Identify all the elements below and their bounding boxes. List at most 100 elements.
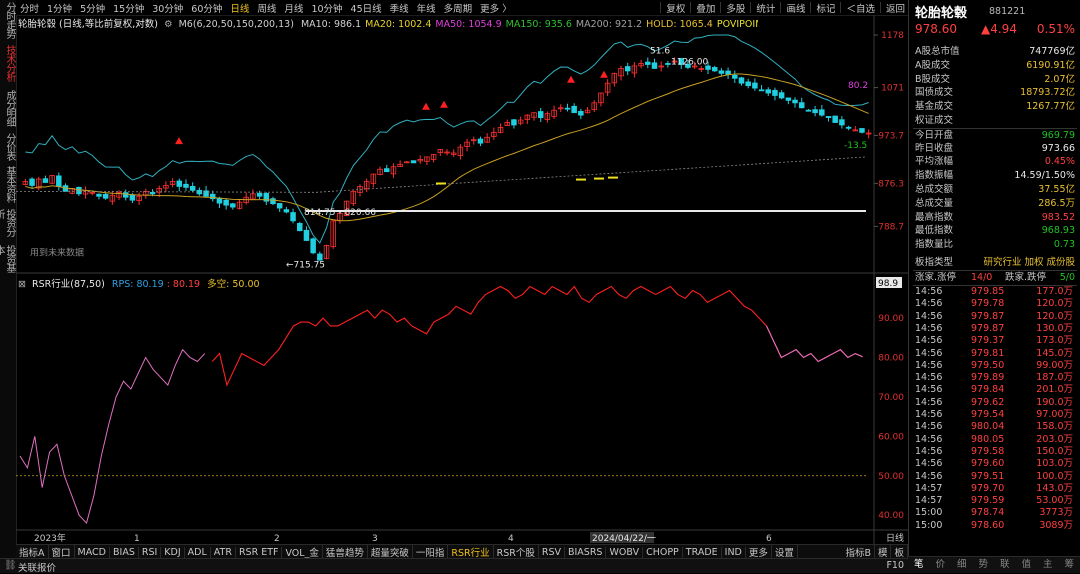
candle-body	[860, 129, 865, 133]
period-item-0[interactable]: 分时	[16, 1, 43, 15]
tick-time: 15:00	[915, 520, 942, 532]
tick-price: 979.50	[971, 360, 1004, 372]
candle-body	[833, 116, 838, 122]
quote-tab-1[interactable]: 价	[930, 557, 952, 573]
candle-body	[773, 90, 778, 95]
close-icon[interactable]: ⊠	[18, 279, 26, 290]
tick-price: 979.87	[971, 311, 1004, 323]
indicator-tab-17[interactable]: WOBV	[606, 547, 643, 558]
quote-tab-4[interactable]: 联	[994, 557, 1016, 573]
gear-icon[interactable]: ⚙	[164, 19, 173, 29]
indicator-tab-1[interactable]: 窗口	[49, 545, 75, 559]
indicator-tab-16[interactable]: BIASRS	[565, 547, 606, 558]
stat-value: 6190.91亿	[1026, 59, 1075, 73]
board-type-label: 板指类型	[915, 256, 953, 270]
quote-tab-6[interactable]: 主	[1037, 557, 1059, 573]
indicator-tab-22[interactable]: 设置	[772, 545, 798, 559]
status-bar: ⛓ 关联报价 F10	[0, 558, 908, 573]
indicator-tab-2[interactable]: MACD	[75, 547, 110, 558]
left-tab-2[interactable]: 成分明细	[1, 90, 15, 130]
candle-body	[819, 110, 824, 115]
period-item-5[interactable]: 60分钟	[187, 1, 226, 15]
period-item-2[interactable]: 5分钟	[76, 1, 109, 15]
indicator-right-0[interactable]: 指标B	[842, 545, 875, 559]
indicator-tab-7[interactable]: ATR	[211, 547, 236, 558]
toolbar-button-3[interactable]: 统计	[753, 1, 778, 15]
time-axis-label: 2024/04/22/一	[592, 534, 656, 544]
quote-tab-0[interactable]: 笔	[908, 557, 930, 573]
indicator-tab-13[interactable]: RSR行业	[448, 545, 493, 559]
tick-volume: 201.0万	[1036, 384, 1073, 396]
period-item-9[interactable]: 10分钟	[307, 1, 346, 15]
price-annotation: 1126.00	[671, 57, 708, 67]
period-item-3[interactable]: 15分钟	[109, 1, 148, 15]
stat-row: A股总市值747769亿	[913, 45, 1077, 59]
toolbar-button-6[interactable]: ＜自选	[843, 1, 878, 15]
tick-row: 15:00978.603089万	[913, 520, 1077, 532]
indicator-tab-19[interactable]: TRADE	[683, 547, 722, 558]
quote-tab-2[interactable]: 细	[951, 557, 973, 573]
quote-tab-3[interactable]: 势	[973, 557, 995, 573]
indicator-tab-21[interactable]: 更多	[746, 545, 772, 559]
tick-price: 979.89	[971, 372, 1004, 384]
quote-tab-7[interactable]: 筹	[1059, 557, 1080, 573]
toolbar-button-1[interactable]: 叠加	[693, 1, 718, 15]
indicator-tab-6[interactable]: ADL	[185, 547, 211, 558]
period-item-12[interactable]: 年线	[413, 1, 440, 15]
price-axis-label: 973.7	[878, 131, 904, 141]
indicator-tab-10[interactable]: 猛兽趋势	[323, 545, 368, 559]
legend-ma-item: MA10: 986.1	[301, 19, 361, 29]
indicator-right-2[interactable]: 板	[891, 545, 908, 559]
toolbar-button-0[interactable]: 复权	[663, 1, 688, 15]
indicator-tab-3[interactable]: BIAS	[110, 547, 139, 558]
period-item-14[interactable]: 更多 〉	[476, 1, 516, 15]
left-tab-3[interactable]: 分价表	[1, 133, 15, 163]
indicator-tab-15[interactable]: RSV	[539, 547, 565, 558]
left-tab-5[interactable]: 投资分析	[1, 209, 15, 243]
left-tab-6[interactable]: 投资基本	[1, 245, 15, 275]
link-quote-icon[interactable]: ⛓	[4, 560, 17, 571]
stock-name: 轮胎轮毂	[915, 2, 967, 21]
indicator-tab-0[interactable]: 指标A	[16, 545, 49, 559]
indicator-tab-20[interactable]: IND	[722, 547, 746, 558]
indicator-tab-9[interactable]: VOL_金	[282, 545, 322, 559]
indicator-tab-4[interactable]: RSI	[139, 547, 161, 558]
period-item-1[interactable]: 1分钟	[43, 1, 76, 15]
candle-body	[384, 169, 389, 172]
left-tab-0[interactable]: 分时走势	[1, 2, 15, 42]
left-tab-1[interactable]: 技术分析	[1, 45, 15, 87]
tick-volume: 145.0万	[1036, 348, 1073, 360]
stat-row: 平均涨幅0.45%	[913, 155, 1077, 169]
period-item-11[interactable]: 季线	[386, 1, 413, 15]
toolbar-button-2[interactable]: 多股	[723, 1, 748, 15]
f10-button[interactable]: F10	[886, 560, 904, 571]
period-item-6[interactable]: 日线	[226, 1, 253, 15]
indicator-tab-14[interactable]: RSR个股	[494, 545, 539, 559]
stat-value: 973.66	[1042, 142, 1075, 156]
period-item-13[interactable]: 多周期	[440, 1, 477, 15]
indicator-tab-12[interactable]: 一阳指	[413, 545, 449, 559]
indicator-tab-5[interactable]: KDJ	[161, 547, 184, 558]
period-item-7[interactable]: 周线	[253, 1, 280, 15]
indicator-tab-18[interactable]: CHOPP	[643, 547, 683, 558]
toolbar-button-7[interactable]: 返回	[883, 1, 908, 15]
tick-time: 14:56	[915, 360, 942, 372]
tick-time: 14:56	[915, 348, 942, 360]
period-item-8[interactable]: 月线	[280, 1, 307, 15]
tick-row: 14:56979.37173.0万	[913, 335, 1077, 347]
period-item-4[interactable]: 30分钟	[148, 1, 187, 15]
indicator-tab-8[interactable]: RSR ETF	[236, 547, 283, 558]
candle-body	[291, 213, 296, 221]
toolbar-button-4[interactable]: 画线	[783, 1, 808, 15]
left-tab-4[interactable]: 基本资料	[1, 166, 15, 206]
candle-body	[565, 108, 570, 109]
quote-tab-5[interactable]: 值	[1016, 557, 1038, 573]
indicator-tab-11[interactable]: 超量突破	[368, 545, 413, 559]
stat-label: 今日开盘	[915, 129, 953, 143]
indicator-right-1[interactable]: 模	[875, 545, 892, 559]
tick-price: 979.59	[971, 495, 1004, 507]
toolbar-button-5[interactable]: 标记	[813, 1, 838, 15]
board-type-value[interactable]: 研究行业 加权 成份股	[983, 256, 1075, 270]
tick-row: 14:57979.5953.00万	[913, 495, 1077, 507]
period-item-10[interactable]: 45日线	[347, 1, 386, 15]
